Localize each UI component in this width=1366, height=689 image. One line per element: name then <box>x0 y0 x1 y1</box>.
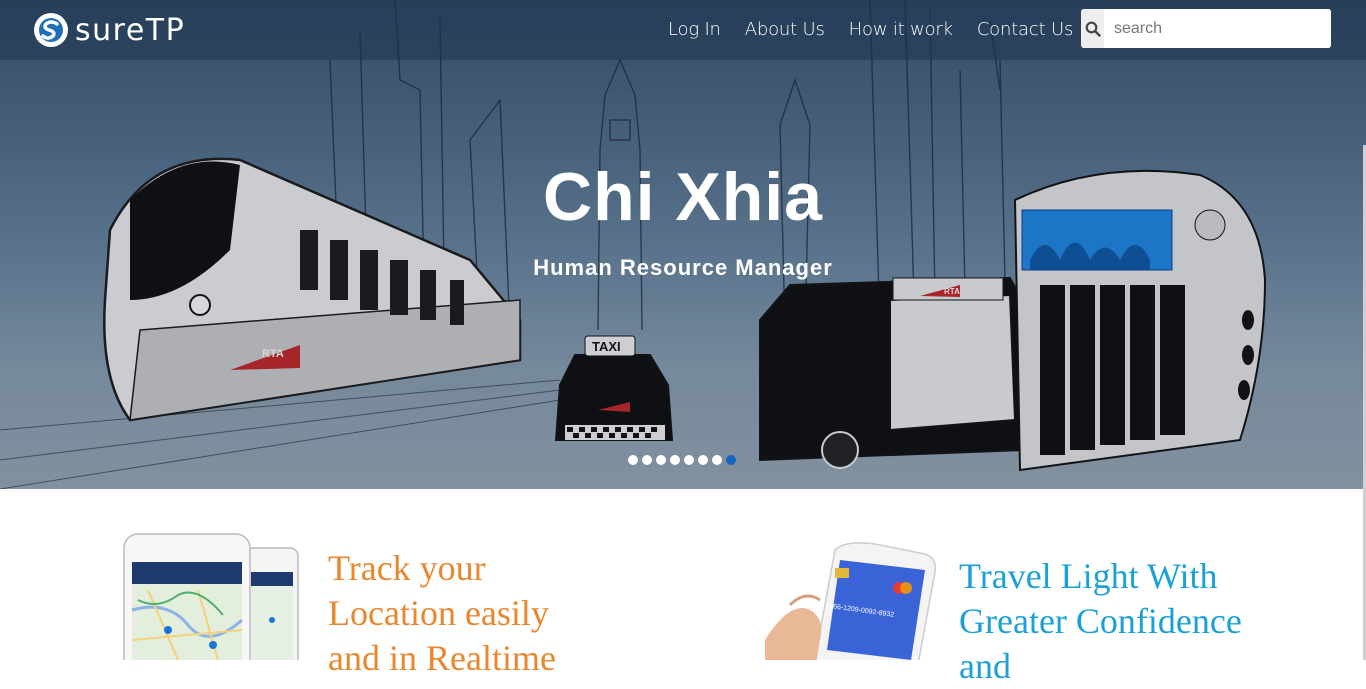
hand-holding-phone-card-illustration: 4066-1209-0092-8932 <box>765 542 937 660</box>
carousel-dot[interactable] <box>698 455 708 465</box>
nav-how-it-works-link[interactable]: How it work <box>849 19 953 40</box>
search-icon <box>1085 21 1101 37</box>
feature-track-location-text: Track your Location easily and in Realti… <box>328 548 556 678</box>
carousel-dot[interactable] <box>712 455 722 465</box>
s-circle-logo-icon <box>34 13 68 47</box>
hero-subtitle: Human Resource Manager <box>533 255 833 280</box>
feature-travel-light-text: Travel Light With Greater Confidence and <box>959 556 1242 686</box>
nav-about-link[interactable]: About Us <box>745 19 825 40</box>
phones-map-illustration <box>123 533 299 660</box>
brand-name: sureTP <box>75 12 186 48</box>
search-input[interactable] <box>1104 9 1331 48</box>
carousel-dot-active[interactable] <box>726 455 736 465</box>
nav-login-link[interactable]: Log In <box>668 19 721 40</box>
carousel-indicators <box>628 455 740 465</box>
hero-banner: RTA TAXI RTA Chi Xhia Human Resource Man… <box>0 0 1366 489</box>
hero-overlay <box>0 0 1366 489</box>
brand-logo[interactable]: sureTP <box>33 10 185 50</box>
carousel-dot[interactable] <box>628 455 638 465</box>
search-button[interactable] <box>1081 9 1104 48</box>
carousel-dot[interactable] <box>642 455 652 465</box>
hero-title: Chi Xhia <box>542 159 824 235</box>
nav-contact-link[interactable]: Contact Us <box>977 19 1074 40</box>
navbar: sureTP Log In About Us How it work Conta… <box>0 0 1366 60</box>
nav-menu: Log In About Us How it work Contact Us <box>668 0 1073 58</box>
carousel-dot[interactable] <box>684 455 694 465</box>
carousel-dot[interactable] <box>656 455 666 465</box>
search-box <box>1081 9 1331 48</box>
carousel-dot[interactable] <box>670 455 680 465</box>
